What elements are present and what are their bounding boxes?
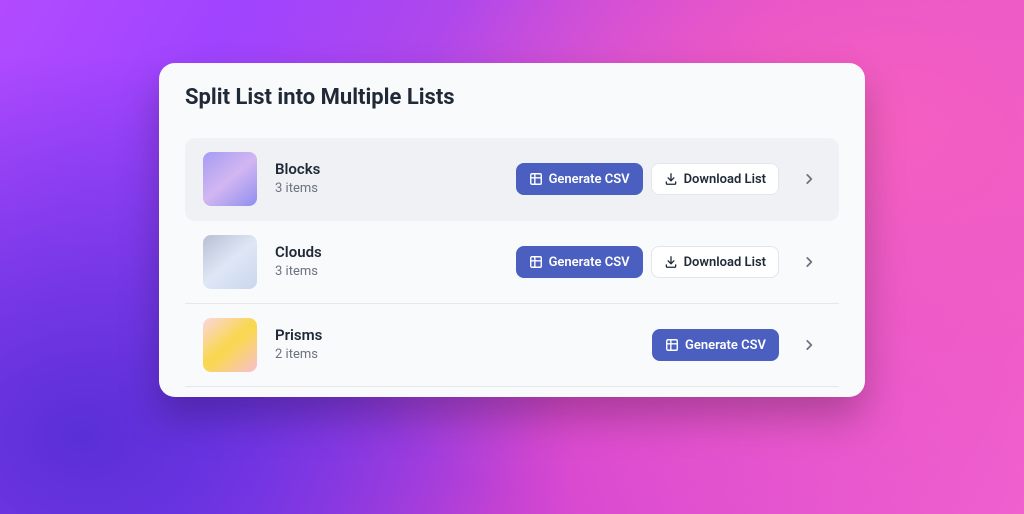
generate-csv-button[interactable]: Generate CSV: [652, 329, 779, 361]
list-item-count: 3 items: [275, 264, 498, 281]
download-icon: [664, 255, 678, 269]
download-icon: [664, 172, 678, 186]
list-info: Clouds 3 items: [275, 243, 498, 281]
button-label: Download List: [684, 173, 766, 186]
list-thumbnail: [203, 318, 257, 372]
button-label: Generate CSV: [685, 339, 766, 352]
download-list-button[interactable]: Download List: [651, 163, 779, 195]
list-item-count: 2 items: [275, 347, 634, 364]
panel-title: Split List into Multiple Lists: [185, 85, 839, 110]
panel-card: Split List into Multiple Lists Blocks 3 …: [159, 63, 865, 397]
list-name: Clouds: [275, 243, 498, 262]
generate-csv-button[interactable]: Generate CSV: [516, 163, 643, 195]
button-label: Download List: [684, 256, 766, 269]
button-label: Generate CSV: [549, 173, 630, 186]
row-actions: Generate CSV Download List: [516, 163, 779, 195]
button-label: Generate CSV: [549, 256, 630, 269]
list-thumbnail: [203, 152, 257, 206]
list-row[interactable]: Clouds 3 items Generate CSV Download Lis…: [185, 221, 839, 304]
generate-csv-button[interactable]: Generate CSV: [516, 246, 643, 278]
list-row[interactable]: Prisms 2 items Generate CSV: [185, 304, 839, 387]
row-actions: Generate CSV: [652, 329, 779, 361]
download-list-button[interactable]: Download List: [651, 246, 779, 278]
row-actions: Generate CSV Download List: [516, 246, 779, 278]
list-info: Blocks 3 items: [275, 160, 498, 198]
chevron-right-icon[interactable]: [797, 255, 821, 269]
table-icon: [665, 338, 679, 352]
list-row[interactable]: Blocks 3 items Generate CSV Download Lis…: [185, 138, 839, 221]
list-thumbnail: [203, 235, 257, 289]
list-info: Prisms 2 items: [275, 326, 634, 364]
table-icon: [529, 172, 543, 186]
list-name: Prisms: [275, 326, 634, 345]
chevron-right-icon[interactable]: [797, 172, 821, 186]
chevron-right-icon[interactable]: [797, 338, 821, 352]
list-name: Blocks: [275, 160, 498, 179]
list-item-count: 3 items: [275, 181, 498, 198]
table-icon: [529, 255, 543, 269]
